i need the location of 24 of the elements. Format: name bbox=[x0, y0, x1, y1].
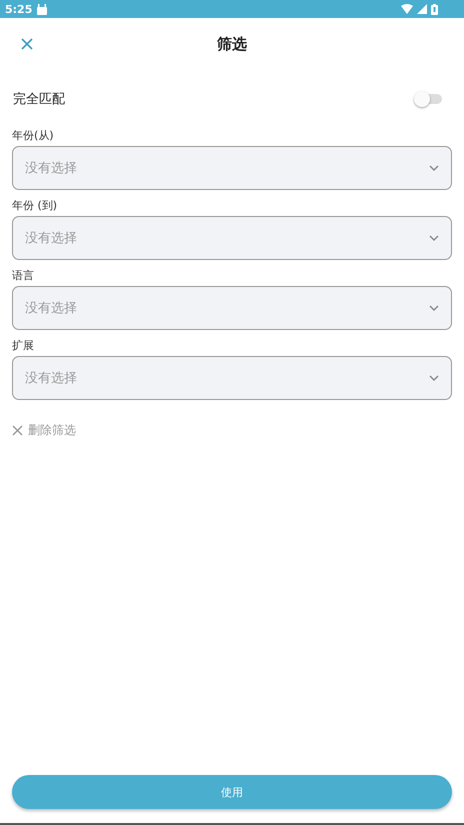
exact-match-label: 完全匹配 bbox=[13, 91, 65, 108]
dropdown-field[interactable]: 没有选择 bbox=[12, 146, 452, 190]
status-time: 5:25 bbox=[5, 2, 32, 16]
chevron-down-icon bbox=[429, 235, 439, 241]
android-icon bbox=[36, 4, 48, 14]
chevron-down-icon bbox=[429, 165, 439, 171]
dropdown-field[interactable]: 没有选择 bbox=[12, 356, 452, 400]
field-label: 语言 bbox=[12, 268, 35, 283]
field-label: 年份 (到) bbox=[12, 198, 58, 213]
close-icon bbox=[12, 425, 23, 436]
dropdown-field[interactable]: 没有选择 bbox=[12, 286, 452, 330]
wifi-icon bbox=[401, 4, 413, 14]
clear-filter-link[interactable]: 删除筛选 bbox=[12, 422, 76, 439]
battery-icon bbox=[431, 4, 438, 14]
field-label: 年份(从) bbox=[12, 128, 55, 143]
field-label: 扩展 bbox=[12, 338, 35, 353]
dropdown-field[interactable]: 没有选择 bbox=[12, 216, 452, 260]
signal-icon bbox=[417, 4, 427, 14]
chevron-down-icon bbox=[429, 305, 439, 311]
exact-match-switch[interactable] bbox=[416, 94, 442, 104]
apply-button[interactable]: 使用 bbox=[12, 775, 452, 809]
page-title: 筛选 bbox=[217, 34, 247, 54]
close-icon bbox=[21, 38, 33, 50]
chevron-down-icon bbox=[429, 375, 439, 381]
